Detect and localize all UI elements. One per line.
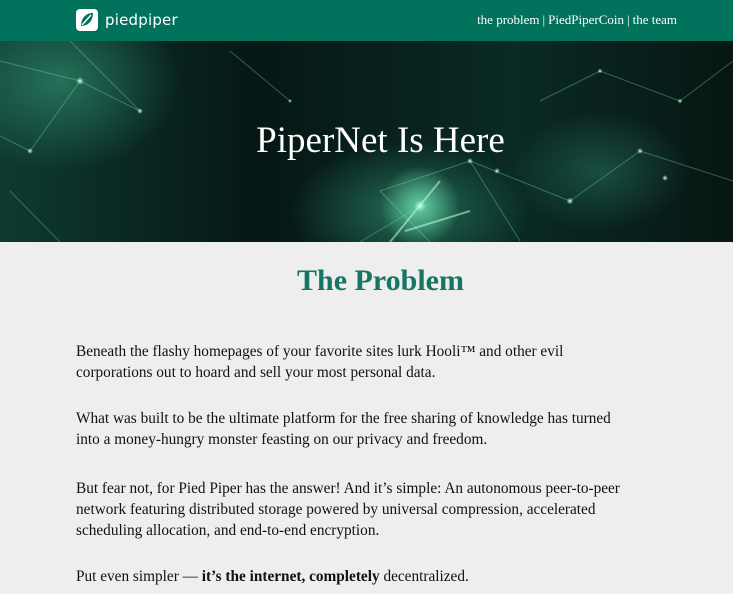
nav-link-the-team[interactable]: the team xyxy=(633,12,677,27)
brand-name: piedpiper xyxy=(105,11,178,29)
nav-links: the problem | PiedPiperCoin | the team xyxy=(477,12,677,28)
paragraph-4-bold-completely: completely xyxy=(309,568,380,585)
hero-banner: PiperNet Is Here xyxy=(0,41,733,242)
hero-title: PiperNet Is Here xyxy=(256,120,505,161)
paragraph-4-start: Put even simpler — xyxy=(76,568,202,585)
paragraph-2: What was built to be the ultimate platfo… xyxy=(76,410,611,448)
paragraph-3: But fear not, for Pied Piper has the ans… xyxy=(76,480,620,539)
piedpiper-logo-icon xyxy=(76,9,98,31)
section-heading-the-problem: The Problem xyxy=(297,264,464,297)
paragraph-1: Beneath the flashy homepages of your fav… xyxy=(76,343,564,381)
nav-link-piedpipercoin[interactable]: PiedPiperCoin xyxy=(548,12,624,27)
nav-separator: | xyxy=(542,12,546,27)
paragraph-4-bold-internet: it’s the internet, xyxy=(201,568,310,585)
top-navbar: piedpiper the problem | PiedPiperCoin | the … xyxy=(0,0,733,41)
nav-link-the-problem[interactable]: the problem xyxy=(477,12,539,27)
brand-logo-link[interactable]: piedpiper xyxy=(76,9,178,31)
paragraph-4-end: decentralized. xyxy=(379,568,469,585)
paragraph-4: Put even simpler — it’s the internet, co… xyxy=(76,566,636,587)
nav-separator: | xyxy=(626,12,630,27)
